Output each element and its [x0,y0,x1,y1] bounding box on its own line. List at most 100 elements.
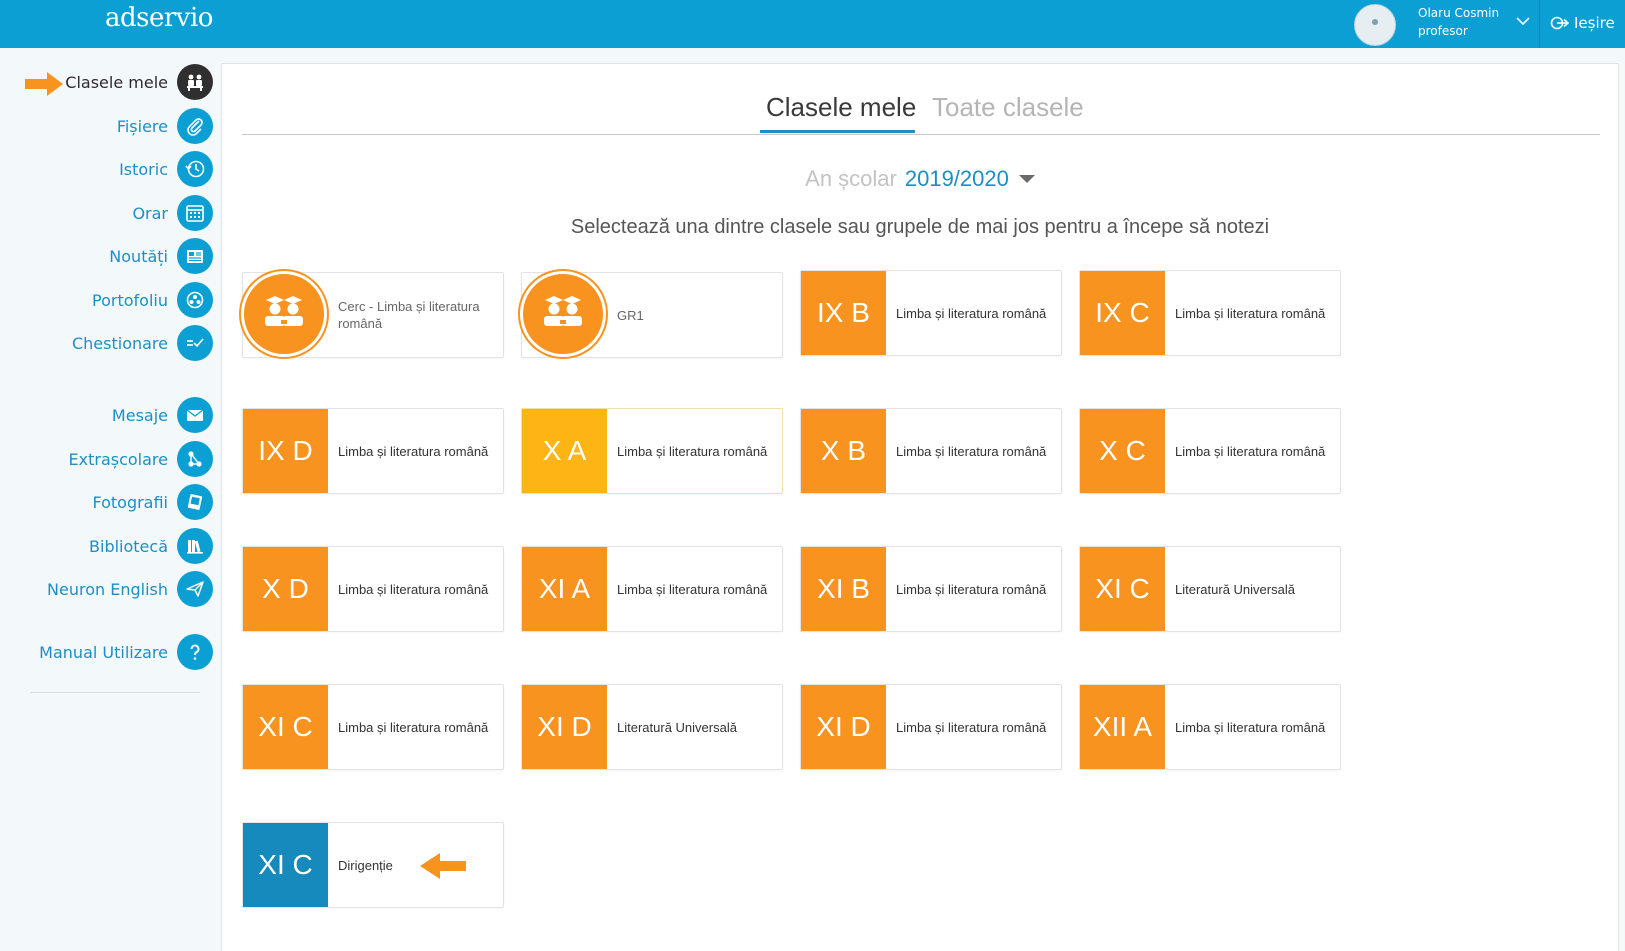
tab-clasele-mele[interactable]: Clasele mele [766,92,916,123]
card-subject: Limba și literatura română [896,719,1047,735]
checklist-icon [177,325,213,361]
sidebar-item-istoric[interactable]: Istoric [119,151,213,187]
instruction-text: Selectează una dintre clasele sau grupel… [570,216,1270,238]
group-icon [520,271,606,357]
card-subject: Literatură Universală [1175,581,1295,597]
topbar-divider [1539,0,1540,48]
class-card-xi-b[interactable]: XI B Limba și literatura română [800,546,1062,632]
app-logo[interactable]: adservio [105,3,213,33]
tab-toate-clasele[interactable]: Toate clasele [932,92,1084,123]
class-card-xi-c-romana[interactable]: XI C Limba și literatura română [242,684,504,770]
active-tab-indicator [760,130,915,133]
tabs-divider [242,134,1600,135]
class-card-xi-c-dirigentie[interactable]: XI C Dirigenție [242,822,504,908]
class-card-x-a[interactable]: X A Limba și literatura română [521,408,783,494]
class-code: XII A [1080,685,1165,769]
card-subject: Cerc - Limba și literatura română [338,299,480,331]
card-subject: Limba și literatura română [1175,305,1326,321]
class-code: X A [522,409,607,493]
classroom-icon [177,64,213,100]
sidebar-item-mesaje[interactable]: Mesaje [112,397,213,433]
sidebar-separator [30,692,200,693]
sidebar-item-portofoliu[interactable]: Portofoliu [92,282,213,318]
sidebar-item-orar[interactable]: Orar [132,195,213,231]
sidebar-item-fotografii[interactable]: Fotografii [92,484,213,520]
class-code: IX D [243,409,328,493]
photos-icon [177,484,213,520]
card-subject: Limba și literatura română [1175,719,1326,735]
class-card-xii-a[interactable]: XII A Limba și literatura română [1079,684,1341,770]
class-card-xi-c-literatura[interactable]: XI C Literatură Universală [1079,546,1341,632]
history-icon [177,151,213,187]
card-subject: Dirigenție [338,857,393,873]
school-year-select[interactable]: 2019/2020 [905,166,1035,192]
card-subject: Limba și literatura română [617,443,768,459]
card-subject: Limba și literatura română [617,581,768,597]
envelope-icon [177,397,213,433]
class-card-x-b[interactable]: X B Limba și literatura română [800,408,1062,494]
class-card-x-d[interactable]: X D Limba și literatura română [242,546,504,632]
sidebar-item-chestionare[interactable]: Chestionare [72,325,213,361]
card-subject: Limba și literatura română [896,581,1047,597]
class-card-ix-b[interactable]: IX B Limba și literatura română [800,270,1062,356]
card-subject: Limba și literatura română [1175,443,1326,459]
sidebar-item-fisiere[interactable]: Fișiere [117,108,213,144]
class-code: XI C [243,823,328,907]
card-subject: Limba și literatura română [896,305,1047,321]
caret-down-icon [1018,175,1035,183]
top-bar: adservio Olaru Cosmin profesor Ieșire [0,0,1625,48]
sidebar-item-clasele-mele[interactable]: Clasele mele [65,64,213,100]
card-subject: GR1 [617,307,644,323]
class-code: XI C [243,685,328,769]
class-card-cerc[interactable]: Cerc - Limba și literatura română [241,271,504,358]
class-card-xi-a[interactable]: XI A Limba și literatura română [521,546,783,632]
class-code: XI A [522,547,607,631]
class-code: IX B [801,271,886,355]
class-card-xi-d-romana[interactable]: XI D Limba și literatura română [800,684,1062,770]
school-year-label: An școlar [805,166,897,191]
class-card-ix-d[interactable]: IX D Limba și literatura română [242,408,504,494]
card-subject: Limba și literatura română [338,719,489,735]
class-code: XI D [522,685,607,769]
card-subject: Limba și literatura română [896,443,1047,459]
main-panel: Clasele mele Toate clasele An școlar 201… [221,63,1619,951]
card-subject: Limba și literatura română [338,443,489,459]
class-card-ix-c[interactable]: IX C Limba și literatura română [1079,270,1341,356]
class-card-xi-d-literatura[interactable]: XI D Literatură Universală [521,684,783,770]
sidebar-item-biblioteca[interactable]: Bibliotecă [89,528,213,564]
class-code: XI D [801,685,886,769]
user-name[interactable]: Olaru Cosmin [1418,6,1499,20]
sidebar-item-neuron-english[interactable]: Neuron English [47,571,213,607]
school-year-row: An școlar 2019/2020 [222,166,1618,192]
logout-button[interactable]: Ieșire [1550,12,1615,34]
user-role: profesor [1418,24,1468,38]
pointer-arrow-icon [420,853,466,879]
card-subject: Limba și literatura română [338,581,489,597]
class-code: XI C [1080,547,1165,631]
sidebar-item-noutati[interactable]: Noutăți [109,238,213,274]
class-code: X B [801,409,886,493]
library-icon [177,528,213,564]
class-code: XI B [801,547,886,631]
group-icon [241,271,327,357]
paper-plane-icon [177,571,213,607]
logout-icon [1550,16,1570,30]
sidebar: Clasele mele Fișiere Istoric Orar Noutăț… [0,48,220,951]
class-code: X C [1080,409,1165,493]
class-card-gr1[interactable]: GR1 [520,271,783,358]
active-arrow-icon [25,72,63,96]
sidebar-item-manual-utilizare[interactable]: Manual Utilizare [39,634,213,670]
user-avatar[interactable] [1354,4,1396,46]
class-code: X D [243,547,328,631]
sidebar-item-extrascolare[interactable]: Extrașcolare [69,441,213,477]
activities-icon [177,441,213,477]
calendar-icon [177,195,213,231]
portfolio-icon [177,282,213,318]
card-subject: Literatură Universală [617,719,737,735]
class-code: IX C [1080,271,1165,355]
logout-label: Ieșire [1574,14,1615,32]
chevron-down-icon[interactable] [1514,12,1532,30]
class-card-x-c[interactable]: X C Limba și literatura română [1079,408,1341,494]
paperclip-icon [177,108,213,144]
question-icon [177,634,213,670]
